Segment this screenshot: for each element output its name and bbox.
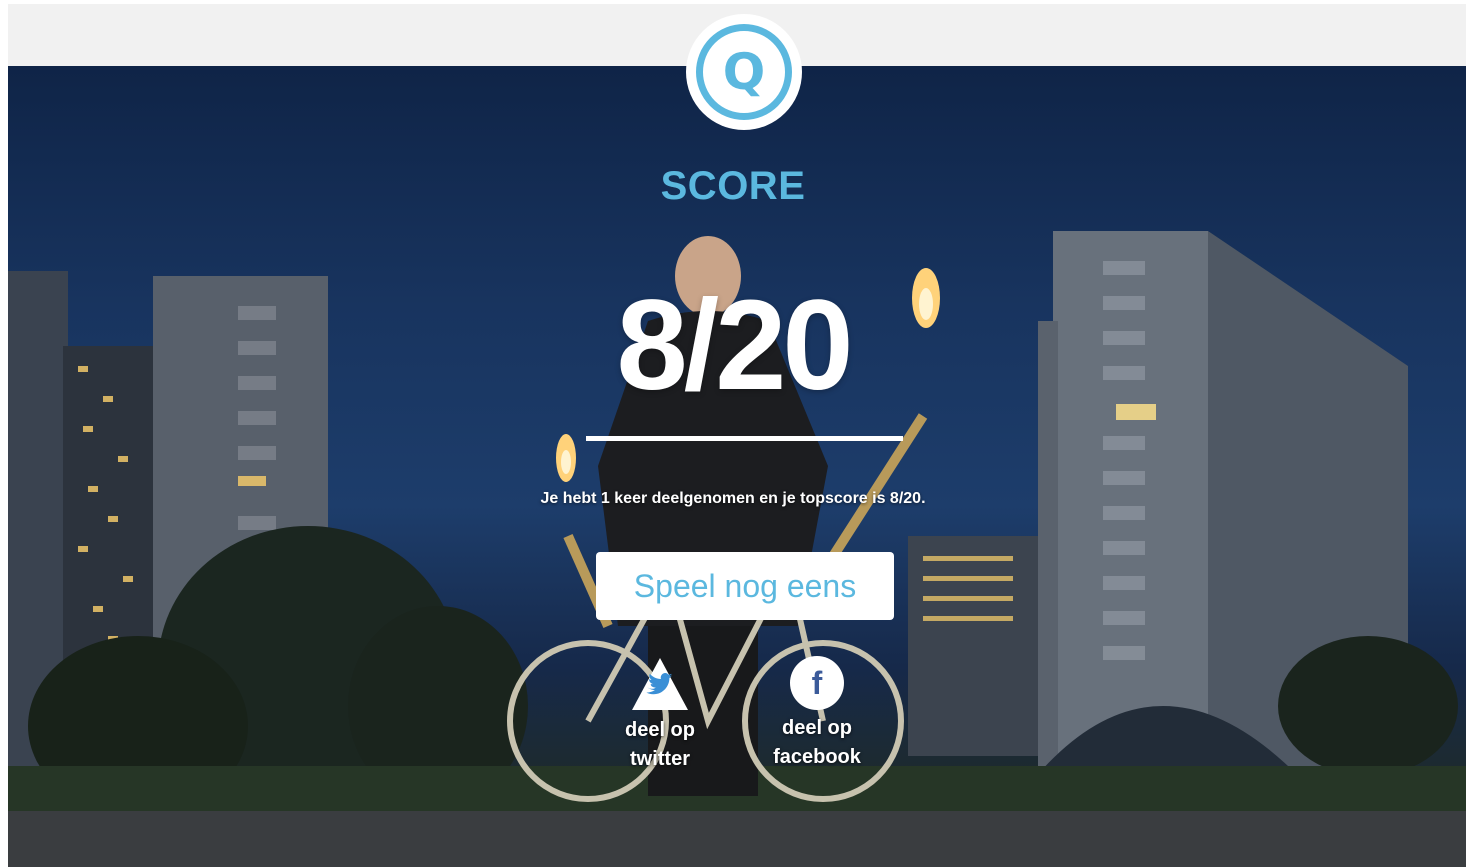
facebook-icon: f [790,656,844,710]
score-heading: SCORE [660,164,806,208]
road [8,811,1466,867]
share-facebook-line2: facebook [773,746,861,768]
share-twitter-text: deel op twitter [600,716,720,774]
share-facebook-link[interactable]: f deel op facebook [757,656,877,772]
logo-letter: Q [722,43,766,101]
facebook-glyph: f [811,664,823,701]
share-facebook-text: deel op facebook [757,714,877,772]
quiz-logo[interactable]: Q [686,14,802,130]
middle-block [908,536,1038,756]
share-twitter-line1: deel op [624,719,695,741]
right-trees [1278,636,1458,776]
play-again-label: Speel nog eens [633,567,857,604]
score-summary: Je hebt 1 keer deelgenomen en je topscor… [540,490,926,507]
play-again-button[interactable]: Speel nog eens [596,552,894,620]
score-value: 8/20 [616,274,853,417]
share-facebook-line1: deel op [781,717,852,739]
share-twitter-line2: twitter [630,748,690,770]
quiz-logo-icon: Q [696,24,792,120]
score-divider [586,436,903,441]
twitter-icon [632,658,688,710]
share-twitter-link[interactable]: deel op twitter [600,656,720,774]
quiz-score-page: Q SCORE 8/20 Je hebt 1 keer deelgenomen … [0,0,1466,867]
